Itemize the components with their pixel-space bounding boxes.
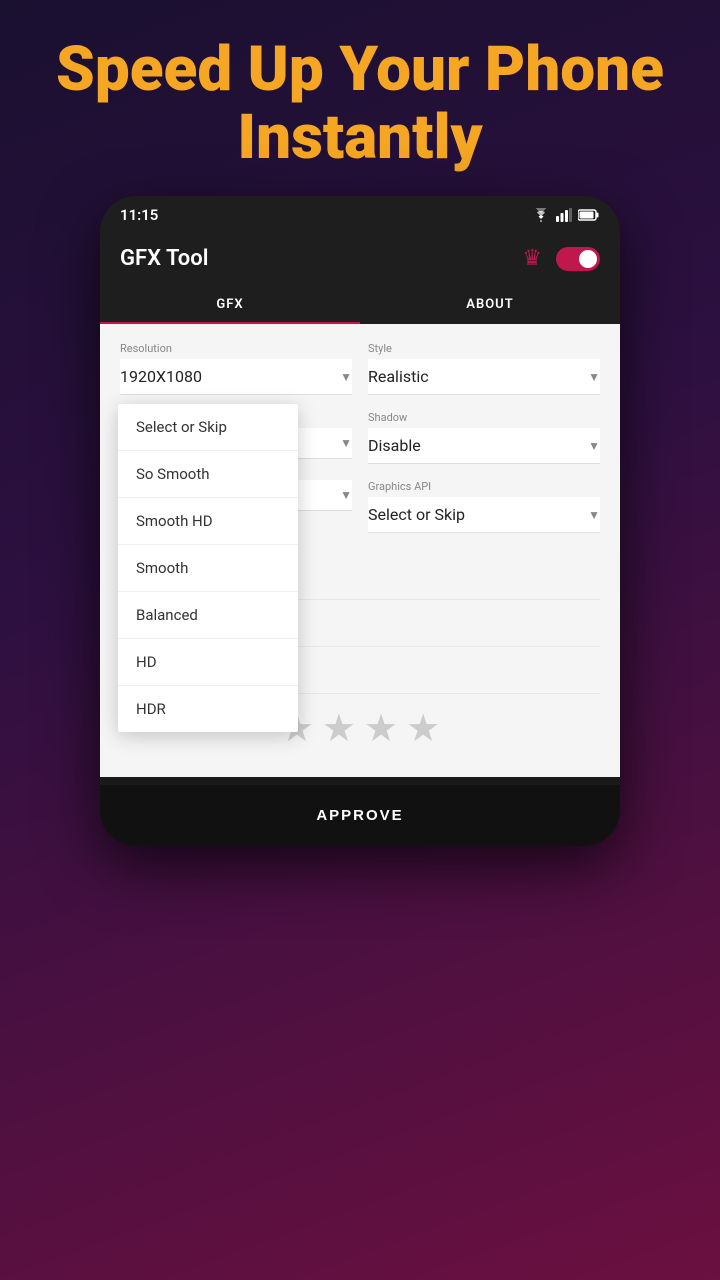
battery-icon <box>578 209 600 221</box>
graphicsapi-value: Select or Skip <box>368 505 465 524</box>
star-4[interactable]: ★ <box>406 706 440 751</box>
shadow-label: Shadow <box>368 411 600 424</box>
app-content: Resolution 1920X1080 ▼ Style Realistic ▼… <box>100 324 620 777</box>
dropdown-item-6[interactable]: HDR <box>118 686 298 732</box>
dropdown-item-3[interactable]: Smooth <box>118 545 298 592</box>
fps-arrow: ▼ <box>340 488 352 502</box>
tab-gfx[interactable]: GFX <box>100 285 360 324</box>
dropdown-item-4[interactable]: Balanced <box>118 592 298 639</box>
style-label: Style <box>368 342 600 355</box>
resolution-label: Resolution <box>120 342 352 355</box>
resolution-select[interactable]: 1920X1080 ▼ <box>120 359 352 395</box>
shadow-arrow: ▼ <box>588 439 600 453</box>
graphicsapi-group: Graphics API Select or Skip ▼ <box>368 480 600 533</box>
graphicsapi-arrow: ▼ <box>588 508 600 522</box>
graphics-arrow: ▼ <box>340 436 352 450</box>
style-arrow: ▼ <box>588 370 600 384</box>
app-header: GFX Tool ♛ <box>100 234 620 285</box>
resolution-group: Resolution 1920X1080 ▼ <box>120 342 352 395</box>
signal-icon <box>556 208 572 222</box>
dropdown-item-1[interactable]: So Smooth <box>118 451 298 498</box>
star-2[interactable]: ★ <box>322 706 356 751</box>
status-icons <box>532 208 600 222</box>
star-3[interactable]: ★ <box>364 706 398 751</box>
crown-icon: ♛ <box>522 246 542 271</box>
style-value: Realistic <box>368 367 429 386</box>
approve-button[interactable]: APPROVE <box>100 785 620 846</box>
approve-bar: APPROVE <box>100 785 620 846</box>
dropdown-item-5[interactable]: HD <box>118 639 298 686</box>
style-group: Style Realistic ▼ <box>368 342 600 395</box>
tab-about[interactable]: ABOUT <box>360 285 620 324</box>
resolution-arrow: ▼ <box>340 370 352 384</box>
phone-frame: 11:15 GFX Tool <box>100 196 620 846</box>
shadow-select[interactable]: Disable ▼ <box>368 428 600 464</box>
status-time: 11:15 <box>120 206 158 224</box>
wifi-icon <box>532 208 550 222</box>
app-title: GFX Tool <box>120 246 208 271</box>
style-select[interactable]: Realistic ▼ <box>368 359 600 395</box>
resolution-value: 1920X1080 <box>120 367 202 386</box>
dropdown-item-0[interactable]: Select or Skip <box>118 404 298 451</box>
toggle-switch[interactable] <box>556 247 600 271</box>
graphics-dropdown: Select or Skip So Smooth Smooth HD Smoot… <box>118 404 298 732</box>
graphicsapi-select[interactable]: Select or Skip ▼ <box>368 497 600 533</box>
shadow-value: Disable <box>368 436 421 455</box>
hero-title: Speed Up Your Phone Instantly <box>0 0 720 196</box>
form-row-1: Resolution 1920X1080 ▼ Style Realistic ▼ <box>120 342 600 395</box>
graphicsapi-label: Graphics API <box>368 480 600 493</box>
dropdown-item-2[interactable]: Smooth HD <box>118 498 298 545</box>
header-icons: ♛ <box>522 246 600 271</box>
toggle-thumb <box>579 250 597 268</box>
shadow-group: Shadow Disable ▼ <box>368 411 600 464</box>
tabs-bar: GFX ABOUT <box>100 285 620 324</box>
status-bar: 11:15 <box>100 196 620 234</box>
